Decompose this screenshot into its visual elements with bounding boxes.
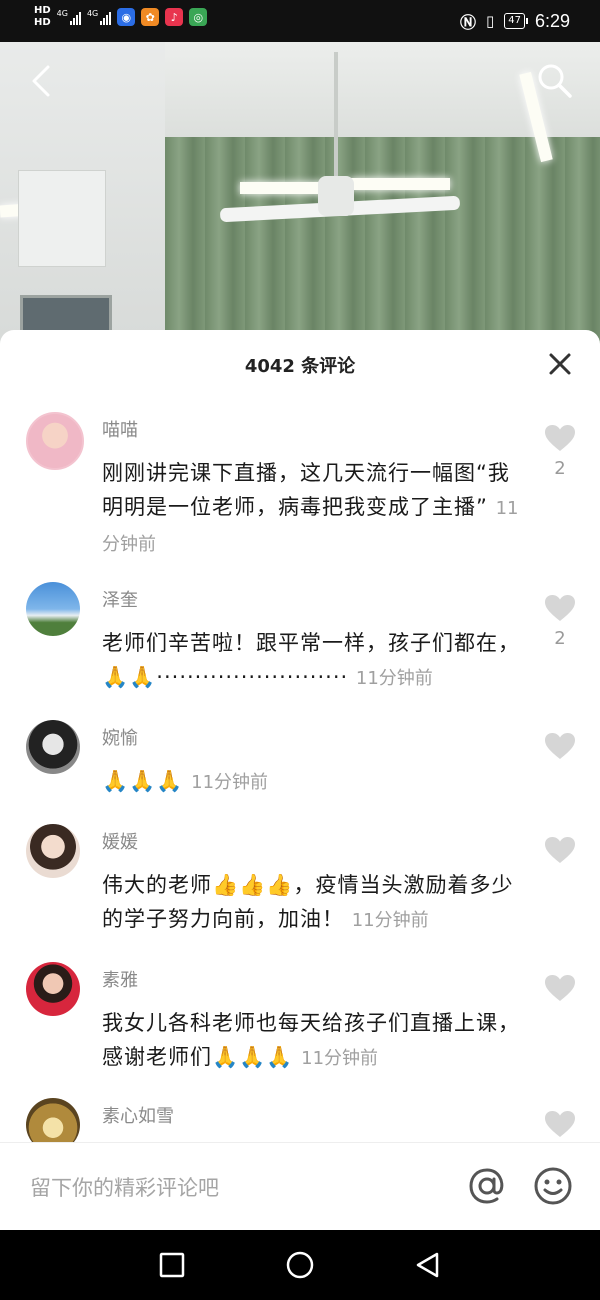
comment-body[interactable]: 🙏🙏🙏 11分钟前 (102, 764, 522, 800)
like-button[interactable] (542, 732, 578, 766)
comment-body[interactable]: 刚刚讲完课下直播，这几天流行一幅图“我明明是一位老师，病毒把我变成了主播” 11… (102, 456, 522, 562)
comment-item: 素雅 我女儿各科老师也每天给孩子们直播上课，感谢老师们🙏🙏🙏 11分钟前 (0, 962, 600, 1092)
heart-icon (545, 425, 575, 451)
avatar[interactable] (26, 1098, 80, 1142)
triangle-back-icon (416, 1252, 439, 1278)
heart-icon (545, 837, 575, 863)
comment-body[interactable]: 伟大的老师👍👍👍，疫情当头激励着多少的学子努力向前，加油！ 11分钟前 (102, 868, 522, 938)
comment-list[interactable]: 喵喵 刚刚讲完课下直播，这几天流行一幅图“我明明是一位老师，病毒把我变成了主播”… (0, 402, 600, 1142)
emoji-button[interactable] (532, 1165, 574, 1207)
comment-item: 媛媛 伟大的老师👍👍👍，疫情当头激励着多少的学子努力向前，加油！ 11分钟前 (0, 824, 600, 954)
fan-rod (334, 52, 338, 182)
browser-app-icon: ◎ (189, 8, 208, 26)
comment-item: 婉愉 🙏🙏🙏 11分钟前 (0, 720, 600, 820)
baidu-app-icon: ◉ (117, 8, 136, 26)
fan-hub (318, 176, 354, 216)
signal-tag-2: 4G (86, 9, 99, 18)
back-arrow-icon (32, 65, 50, 97)
home-button[interactable] (285, 1250, 315, 1280)
heart-icon (545, 975, 575, 1001)
back-button[interactable] (26, 64, 56, 98)
comment-author[interactable]: 婉愉 (102, 724, 138, 750)
comment-author[interactable]: 媛媛 (102, 828, 138, 854)
search-icon (538, 64, 572, 98)
signal-icon-1: 4G (57, 9, 81, 25)
comment-body[interactable]: 老师们辛苦啦！跟平常一样，孩子们都在，🙏🙏···················… (102, 626, 522, 696)
hd-label-bottom: HD (34, 17, 51, 28)
avatar[interactable] (26, 824, 80, 878)
classroom-curtain (165, 137, 600, 352)
heart-icon (545, 1111, 575, 1137)
avatar[interactable] (26, 720, 80, 774)
avatar[interactable] (26, 962, 80, 1016)
like-button[interactable]: 2 (542, 424, 578, 479)
comment-item: 素心如雪 (0, 1098, 600, 1142)
nav-back-button[interactable] (413, 1250, 443, 1280)
nfc-icon: Ⓝ (459, 13, 476, 32)
emoji-icon (534, 1167, 572, 1205)
comment-text: 刚刚讲完课下直播，这几天流行一幅图“我明明是一位老师，病毒把我变成了主播” (102, 461, 510, 519)
like-button[interactable] (542, 836, 578, 870)
douyin-app-icon: ♪ (165, 8, 184, 26)
comment-author[interactable]: 喵喵 (102, 416, 138, 442)
close-button[interactable] (544, 348, 576, 380)
avatar[interactable] (26, 412, 84, 470)
weibo-app-icon: ✿ (141, 8, 160, 26)
comment-time: 11分钟前 (191, 772, 269, 793)
like-button[interactable]: 2 (542, 594, 578, 649)
clock: 6:29 (534, 10, 570, 31)
status-left: HD HD 4G 4G ◉ ✿ ♪ ◎ (34, 6, 208, 28)
heart-icon (545, 733, 575, 759)
status-right: Ⓝ ▯ 47 6:29 (460, 9, 570, 33)
hd-label-top: HD (34, 5, 51, 16)
avatar[interactable] (26, 582, 80, 636)
square-icon (159, 1252, 185, 1278)
comment-time: 11分钟前 (301, 1048, 379, 1069)
search-button[interactable] (536, 62, 574, 100)
comment-body[interactable]: 我女儿各科老师也每天给孩子们直播上课，感谢老师们🙏🙏🙏 11分钟前 (102, 1006, 522, 1076)
comment-item: 喵喵 刚刚讲完课下直播，这几天流行一幅图“我明明是一位老师，病毒把我变成了主播”… (0, 412, 600, 582)
comment-text: 🙏🙏🙏 (102, 769, 184, 793)
ceiling-lamp (350, 178, 450, 190)
vibrate-icon: ▯ (485, 12, 495, 30)
comment-sheet: 4042 条评论 喵喵 刚刚讲完课下直播，这几天流行一幅图“我明明是一位老师，病… (0, 330, 600, 1230)
battery-icon: 47 (504, 13, 528, 29)
like-count: 2 (554, 458, 566, 479)
ceiling-lamp (240, 182, 325, 194)
like-button[interactable] (542, 974, 578, 1008)
air-conditioner (18, 170, 106, 267)
comment-author[interactable]: 素心如雪 (102, 1102, 174, 1128)
status-bar: HD HD 4G 4G ◉ ✿ ♪ ◎ Ⓝ ▯ 47 6:29 (0, 0, 600, 42)
system-nav-bar (0, 1230, 600, 1300)
recent-apps-button[interactable] (157, 1250, 187, 1280)
signal-tag-1: 4G (56, 9, 68, 18)
comment-text: 老师们辛苦啦！跟平常一样，孩子们都在，🙏🙏···················… (102, 631, 520, 689)
comment-author[interactable]: 泽奎 (102, 586, 138, 612)
like-count: 2 (554, 628, 566, 649)
comment-input-bar (0, 1142, 600, 1231)
video-preview[interactable] (0, 42, 600, 352)
comment-author[interactable]: 素雅 (102, 966, 138, 992)
comment-count-title: 4042 条评论 (244, 356, 356, 377)
comment-time: 11分钟前 (355, 668, 433, 689)
comment-text: 伟大的老师👍👍👍，疫情当头激励着多少的学子努力向前，加油！ (102, 873, 514, 931)
close-icon (549, 353, 571, 375)
like-button[interactable] (542, 1110, 578, 1138)
comment-time: 11分钟前 (351, 910, 429, 931)
signal-icon-2: 4G (86, 9, 112, 25)
at-icon (469, 1168, 504, 1204)
heart-icon (545, 595, 575, 621)
circle-icon (286, 1251, 314, 1279)
mention-button[interactable] (466, 1165, 508, 1207)
network-indicator: HD HD (34, 6, 51, 28)
comment-input[interactable] (28, 1169, 432, 1207)
comment-item: 泽奎 老师们辛苦啦！跟平常一样，孩子们都在，🙏🙏················… (0, 582, 600, 712)
